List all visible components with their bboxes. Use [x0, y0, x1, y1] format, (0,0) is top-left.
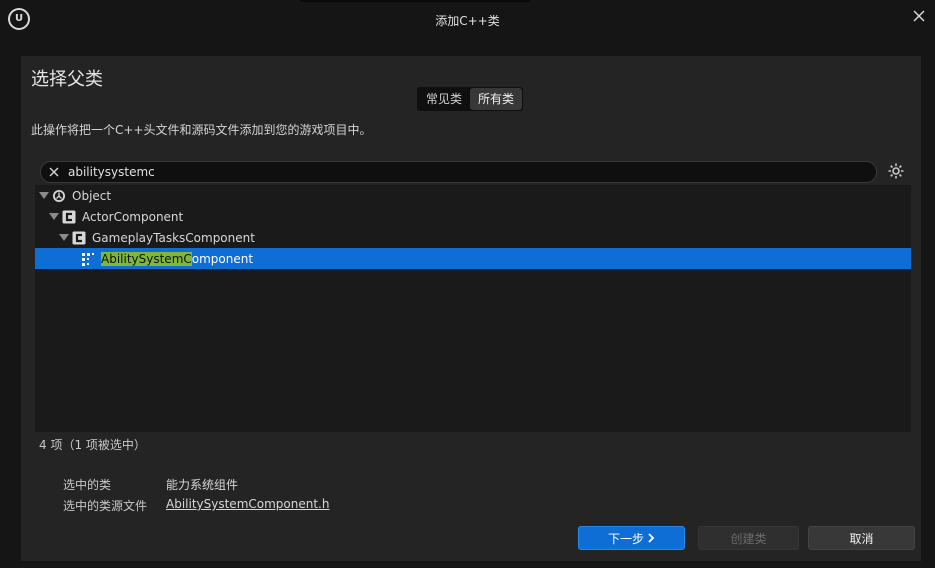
- dialog-heading: 选择父类: [31, 69, 103, 90]
- clear-search-icon[interactable]: [47, 165, 61, 179]
- cancel-button[interactable]: 取消: [808, 526, 915, 550]
- selected-class-value: 能力系统组件: [166, 478, 239, 492]
- class-tree: Object ActorComponent GameplayTasksCompo…: [35, 185, 911, 432]
- title-bar-edge: [300, 0, 530, 2]
- tree-row-label: ActorComponent: [82, 209, 184, 224]
- chevron-right-icon: [648, 533, 655, 543]
- tree-row-label-rest: omponent: [191, 251, 254, 266]
- dialog-description: 此操作将把一个C++头文件和源码文件添加到您的游戏项目中。: [31, 123, 372, 137]
- item-count: 4 项（1 项被选中）: [39, 438, 146, 452]
- search-input[interactable]: [68, 162, 858, 182]
- gear-icon[interactable]: [887, 162, 905, 180]
- window-title: 添加C++类: [435, 14, 500, 28]
- title-bar: U 添加C++类: [0, 0, 935, 40]
- tab-common-classes[interactable]: 常见类: [418, 88, 470, 110]
- tree-row-label: AbilitySystemComponent: [101, 251, 254, 266]
- selected-source-label: 选中的类源文件: [63, 499, 148, 513]
- unreal-object-icon: [53, 189, 65, 202]
- component-dots-icon: [82, 252, 94, 266]
- tree-row-abilitysystemcomponent[interactable]: AbilitySystemComponent: [35, 248, 911, 269]
- tree-row-label: Object: [72, 188, 112, 203]
- tree-row-actorcomponent[interactable]: ActorComponent: [35, 206, 911, 227]
- cpp-class-icon: [72, 231, 86, 244]
- close-icon: [913, 10, 925, 22]
- tab-all-classes[interactable]: 所有类: [470, 88, 523, 110]
- next-button[interactable]: 下一步: [578, 526, 685, 550]
- search-match-highlight: AbilitySystemC: [101, 251, 192, 266]
- tree-row-object[interactable]: Object: [35, 185, 911, 206]
- tree-row-gameplaytaskscomponent[interactable]: GameplayTasksComponent: [35, 227, 911, 248]
- tree-row-label: GameplayTasksComponent: [92, 230, 255, 245]
- class-scope-toggle: 常见类 所有类: [417, 87, 524, 111]
- cpp-class-icon: [62, 210, 76, 223]
- next-button-label: 下一步: [607, 531, 644, 546]
- expand-arrow-icon[interactable]: [59, 234, 69, 241]
- selected-source-link[interactable]: AbilitySystemComponent.h: [166, 497, 329, 511]
- expand-arrow-icon[interactable]: [39, 192, 49, 199]
- selected-class-label: 选中的类: [63, 478, 112, 492]
- expand-arrow-icon[interactable]: [49, 213, 59, 220]
- window-close-button[interactable]: [909, 6, 929, 26]
- create-class-button[interactable]: 创建类: [698, 526, 799, 550]
- class-search-box: [40, 161, 877, 183]
- dialog-panel: 选择父类 常见类 所有类 此操作将把一个C++头文件和源码文件添加到您的游戏项目…: [21, 56, 921, 561]
